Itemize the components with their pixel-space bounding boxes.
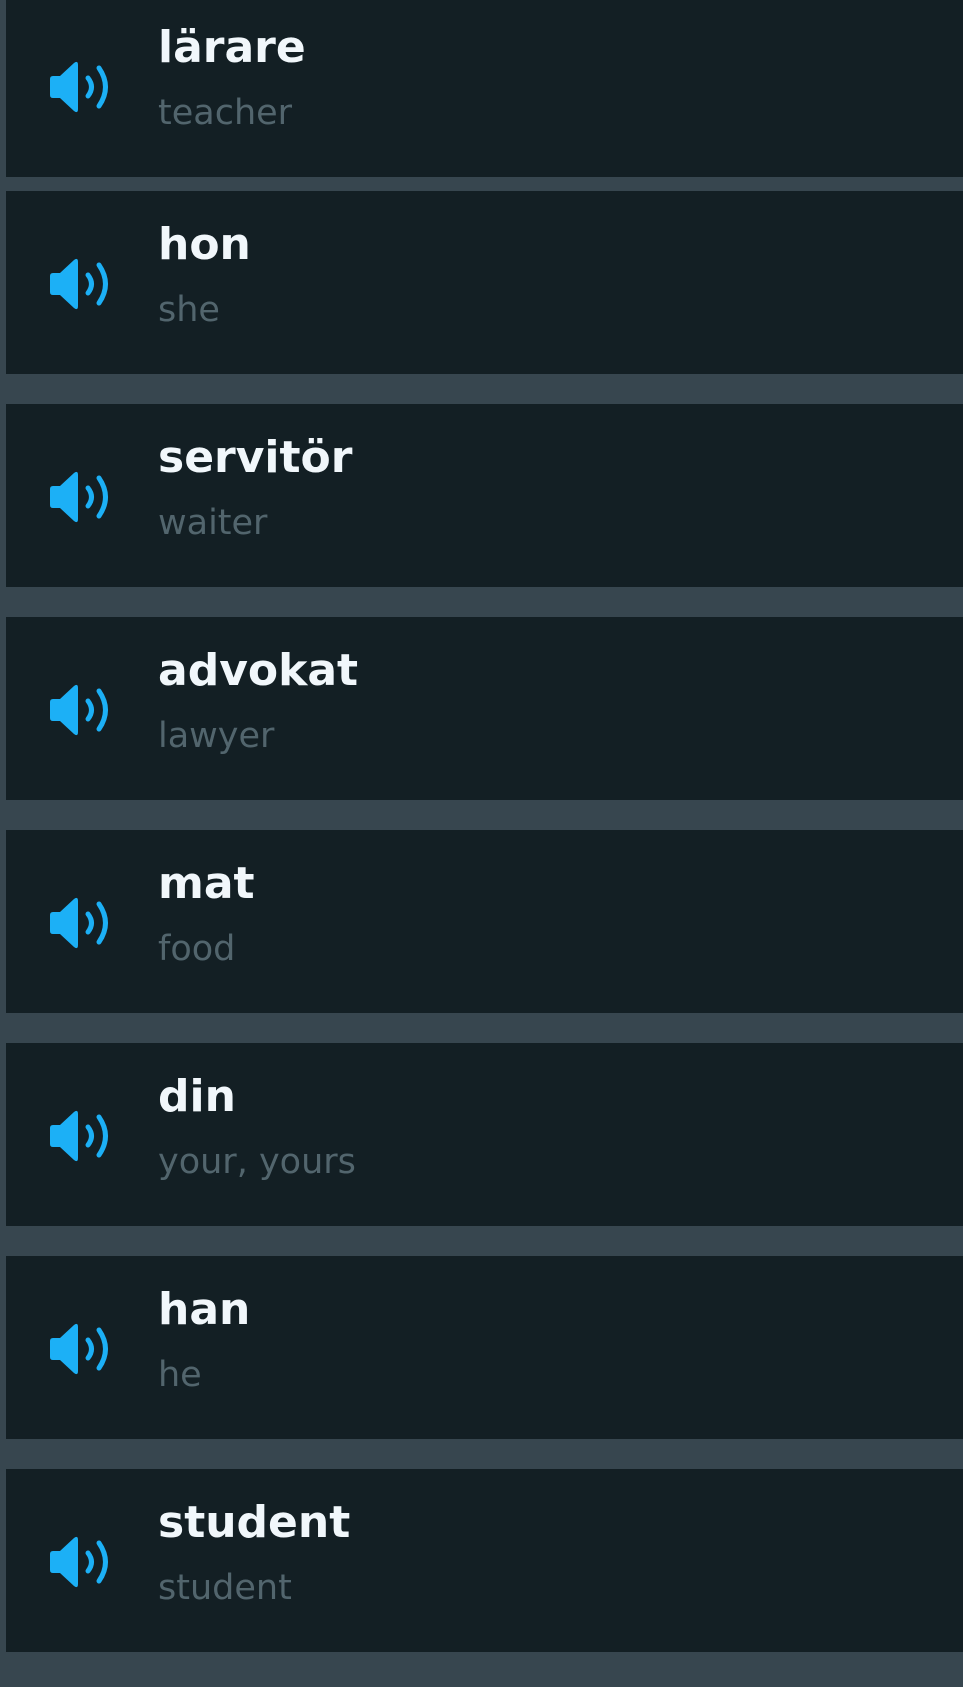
translation-text: student [158, 1568, 292, 1608]
word-text: han [158, 1284, 251, 1335]
word-text: servitör [158, 432, 353, 483]
translation-text: waiter [158, 503, 268, 543]
speaker-icon[interactable] [44, 1531, 118, 1593]
word-row-han[interactable]: han he [6, 1256, 963, 1439]
word-text: lärare [158, 22, 306, 73]
speaker-icon[interactable] [44, 892, 118, 954]
word-row-advokat[interactable]: advokat lawyer [6, 617, 963, 800]
speaker-icon[interactable] [44, 56, 118, 118]
translation-text: he [158, 1355, 202, 1395]
word-text: din [158, 1071, 236, 1122]
word-row-hon[interactable]: hon she [6, 191, 963, 374]
translation-text: lawyer [158, 716, 275, 756]
word-list: lärare teacher hon she servitör waiter a… [0, 0, 963, 1687]
translation-text: teacher [158, 93, 293, 133]
speaker-icon[interactable] [44, 253, 118, 315]
word-text: advokat [158, 645, 359, 696]
word-row-student[interactable]: student student [6, 1469, 963, 1652]
word-row-larare[interactable]: lärare teacher [6, 0, 963, 177]
word-text: student [158, 1497, 351, 1548]
translation-text: your, yours [158, 1142, 356, 1182]
word-text: hon [158, 219, 251, 270]
translation-text: she [158, 290, 220, 330]
speaker-icon[interactable] [44, 1105, 118, 1167]
speaker-icon[interactable] [44, 466, 118, 528]
translation-text: food [158, 929, 236, 969]
word-row-din[interactable]: din your, yours [6, 1043, 963, 1226]
speaker-icon[interactable] [44, 1318, 118, 1380]
speaker-icon[interactable] [44, 679, 118, 741]
word-row-servitor[interactable]: servitör waiter [6, 404, 963, 587]
word-text: mat [158, 858, 255, 909]
word-row-mat[interactable]: mat food [6, 830, 963, 1013]
